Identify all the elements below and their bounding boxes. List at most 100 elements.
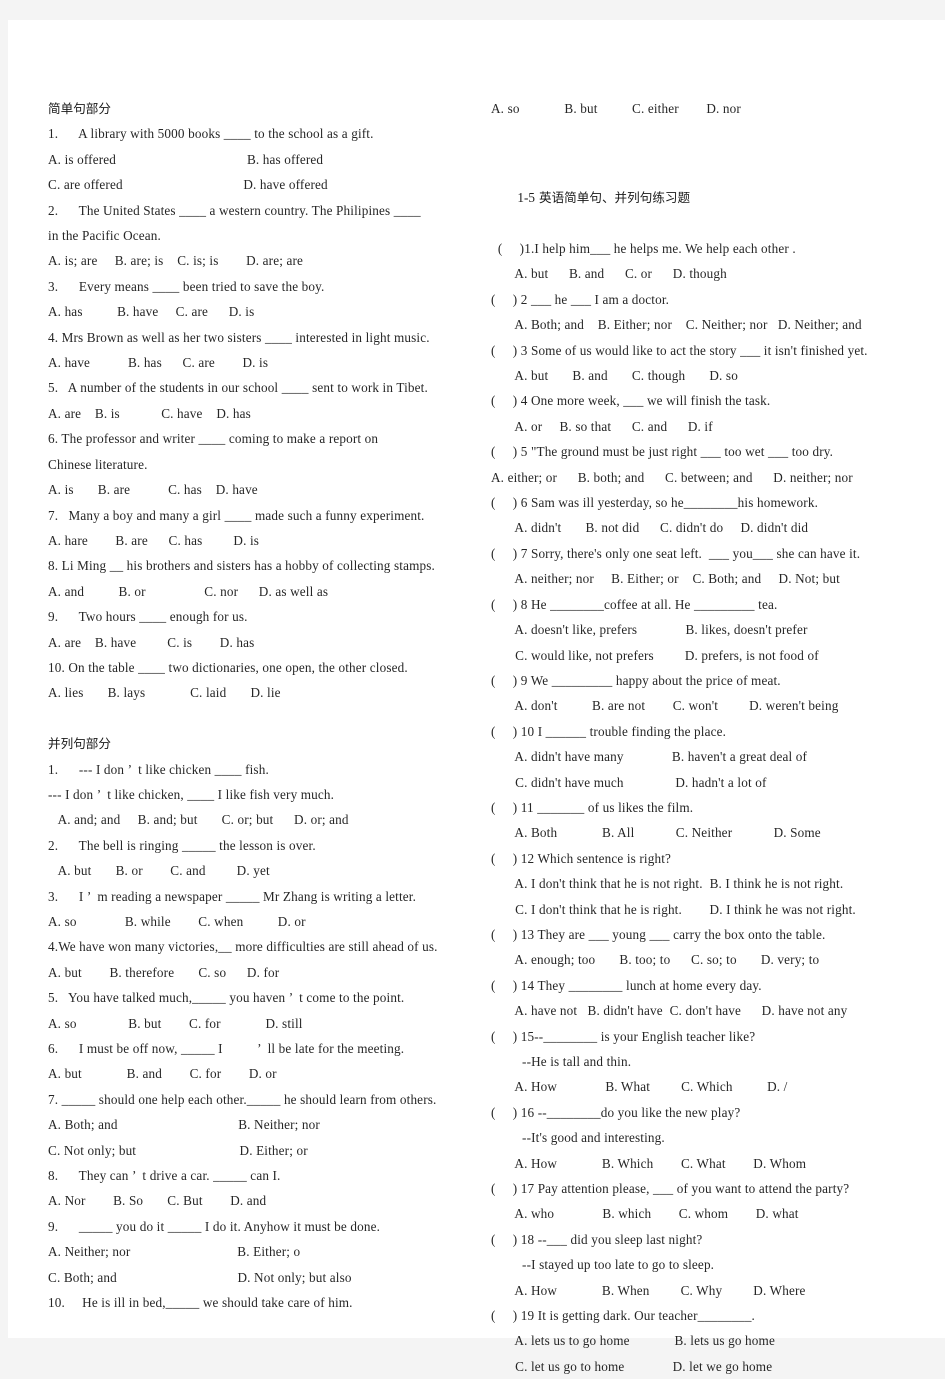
question-line: ( ) 13 They are ___ young ___ carry the … — [491, 926, 826, 942]
question-line: A. or B. so that C. and D. if — [491, 418, 713, 434]
question-line: 6. I must be off now, _____ I ’ ll be la… — [48, 1041, 405, 1057]
question-line: 8. Li Ming __ his brothers and sisters h… — [48, 558, 435, 574]
question-line: A. have not B. didn't have C. don't have… — [491, 1003, 848, 1019]
question-line: C. are offered D. have offered — [48, 177, 328, 193]
question-line: 5. A number of the students in our schoo… — [48, 380, 428, 396]
question-line: ( ) 17 Pay attention please, ___ of you … — [491, 1181, 850, 1197]
question-line: A. have B. has C. are D. is — [48, 355, 269, 371]
exercise-title: 英语简单句、并列句练习题 — [534, 190, 691, 206]
question-line: C. I don't think that he is right. D. I … — [491, 901, 856, 917]
question-line: A. either; or B. both; and C. between; a… — [491, 469, 853, 485]
question-line: --I stayed up too late to go to sleep. — [491, 1257, 715, 1273]
question-line: 1. A library with 5000 books ____ to the… — [48, 126, 374, 142]
question-line: A. don't B. are not C. won't D. weren't … — [491, 698, 839, 714]
question-line: ( )1.I help him___ he helps me. We help … — [491, 241, 796, 257]
question-line: --It's good and interesting. — [491, 1130, 665, 1146]
question-line: ( ) 14 They ________ lunch at home every… — [491, 977, 762, 993]
question-line: A. so B. while C. when D. or — [48, 913, 306, 929]
question-line: A. are B. is C. have D. has — [48, 405, 251, 421]
question-line: --- I don ’ t like chicken, ____ I like … — [48, 786, 335, 802]
question-line: A. didn't have many B. haven't a great d… — [491, 749, 808, 765]
question-line: A. Both; and B. Neither; nor — [48, 1117, 320, 1133]
heading-gap-2 — [491, 147, 923, 160]
question-line: A. Both B. All C. Neither D. Some — [491, 825, 821, 841]
question-line: A. so B. but C. for D. still — [48, 1015, 303, 1031]
question-line: A. are B. have C. is D. has — [48, 634, 255, 650]
question-line: ( ) 5 "The ground must be just right ___… — [491, 444, 834, 460]
question-line: A. How B. What C. Which D. / — [491, 1079, 788, 1095]
question-line: A. has B. have C. are D. is — [48, 304, 255, 320]
question-line: 9. _____ you do it _____ I do it. Anyhow… — [48, 1218, 381, 1234]
exercise-section-heading: 1-5 英语简单句、并列句练习题 — [491, 160, 923, 236]
question-line: 4.We have won many victories,__ more dif… — [48, 939, 438, 955]
question-line: C. didn't have much D. hadn't a lot of — [491, 774, 767, 790]
question-line: ( ) 15--________ is your English teacher… — [491, 1028, 756, 1044]
section-heading-compound-sentences: 并列句部分 — [48, 736, 111, 752]
question-line: ( ) 10 I ______ trouble finding the plac… — [491, 723, 727, 739]
question-line: 2. The United States ____ a western coun… — [48, 202, 421, 218]
question-line: A. neither; nor B. Either; or C. Both; a… — [491, 571, 840, 587]
question-line: 5. You have talked much,_____ you haven … — [48, 990, 405, 1006]
section-heading-simple-sentences: 简单句部分 — [48, 101, 111, 116]
question-line: A. is B. are C. has D. have — [48, 482, 258, 498]
question-line: A. but B. therefore C. so D. for — [48, 964, 280, 980]
question-line: 10. He is ill in bed,_____ we should tak… — [48, 1295, 353, 1311]
question-line: ( ) 6 Sam was ill yesterday, so he______… — [491, 495, 819, 511]
question-line: A. but B. or C. and D. yet — [48, 863, 270, 879]
question-line: A. and B. or C. nor D. as well as — [48, 583, 329, 599]
question-line: A. I don't think that he is not right. B… — [491, 876, 844, 892]
question-line: A. How B. Which C. What D. Whom — [491, 1155, 807, 1171]
question-line: A. but B. and C. though D. so — [491, 368, 738, 384]
question-line: ( ) 7 Sorry, there's only one seat left.… — [491, 545, 861, 561]
exercise-number: 1-5 — [517, 190, 535, 206]
question-line: 7. Many a boy and many a girl ____ made … — [48, 507, 425, 523]
question-line: A. and; and B. and; but C. or; but D. or… — [48, 812, 349, 828]
two-column-layout: 简单句部分 1. A library with 5000 books ____ … — [8, 20, 945, 1374]
compound-sentence-questions: 1. --- I don ’ t like chicken ____ fish.… — [48, 757, 473, 1316]
question-line: ( ) 4 One more week, ___ we will finish … — [491, 393, 771, 409]
question-line: 10. On the table ____ two dictionaries, … — [48, 659, 408, 675]
question-line: C. would like, not prefers D. prefers, i… — [491, 647, 819, 663]
question-line: A. Both; and B. Either; nor C. Neither; … — [491, 317, 862, 333]
question-line: A. Nor B. So C. But D. and — [48, 1193, 267, 1209]
question-line: A. but B. and C. for D. or — [48, 1066, 277, 1082]
question-line: 4. Mrs Brown as well as her two sisters … — [48, 329, 430, 345]
simple-sentence-questions: 1. A library with 5000 books ____ to the… — [48, 121, 473, 705]
question-line: 7. _____ should one help each other.____… — [48, 1091, 437, 1107]
question-line: ( ) 3 Some of us would like to act the s… — [491, 342, 868, 358]
question-line: 8. They can ’ t drive a car. _____ can I… — [48, 1168, 281, 1184]
question-line: 3. Every means ____ been tried to save t… — [48, 278, 325, 294]
right-column: A. so B. but C. either D. nor 1-5 英语简单句、… — [491, 96, 923, 1379]
question-line: in the Pacific Ocean. — [48, 228, 161, 244]
practice-questions: ( )1.I help him___ he helps me. We help … — [491, 236, 923, 1379]
question-line: ( ) 2 ___ he ___ I am a doctor. — [491, 291, 670, 307]
question-line: A. but B. and C. or D. though — [491, 266, 727, 282]
question-line: A. lies B. lays C. laid D. lie — [48, 685, 281, 701]
question-line: A. How B. When C. Why D. Where — [491, 1282, 806, 1298]
question-line: C. Both; and D. Not only; but also — [48, 1269, 352, 1285]
question-line: Chinese literature. — [48, 456, 148, 472]
question-line: 6. The professor and writer ____ coming … — [48, 431, 379, 447]
question-line: 2. The bell is ringing _____ the lesson … — [48, 837, 316, 853]
question-line: A. is; are B. are; is C. is; is D. are; … — [48, 253, 304, 269]
question-line: 3. I ’ m reading a newspaper _____ Mr Zh… — [48, 888, 417, 904]
worksheet-page: 简单句部分 1. A library with 5000 books ____ … — [8, 20, 945, 1374]
question-line: A. doesn't like, prefers B. likes, doesn… — [491, 622, 808, 638]
question-line: A. lets us to go home B. lets us go home — [491, 1333, 775, 1349]
question-line: ( ) 9 We _________ happy about the price… — [491, 672, 781, 688]
question-line: 1. --- I don ’ t like chicken ____ fish. — [48, 761, 269, 777]
question-line: A. hare B. are C. has D. is — [48, 532, 260, 548]
question-line: ( ) 19 It is getting dark. Our teacher__… — [491, 1308, 756, 1324]
question-line: C. let us go to home D. let we go home — [491, 1358, 773, 1374]
question-line: A. enough; too B. too; to C. so; to D. v… — [491, 952, 820, 968]
question-line: --He is tall and thin. — [491, 1054, 632, 1070]
question-line: A. Neither; nor B. Either; o — [48, 1244, 301, 1260]
question-line: A. is offered B. has offered — [48, 151, 324, 167]
question-line: ( ) 11 _______ of us likes the film. — [491, 799, 694, 815]
question-line: ( ) 12 Which sentence is right? — [491, 850, 672, 866]
question-line: 9. Two hours ____ enough for us. — [48, 609, 248, 625]
left-column: 简单句部分 1. A library with 5000 books ____ … — [48, 96, 473, 1315]
heading-gap — [491, 121, 923, 146]
question-line: ( ) 18 --___ did you sleep last night? — [491, 1231, 703, 1247]
